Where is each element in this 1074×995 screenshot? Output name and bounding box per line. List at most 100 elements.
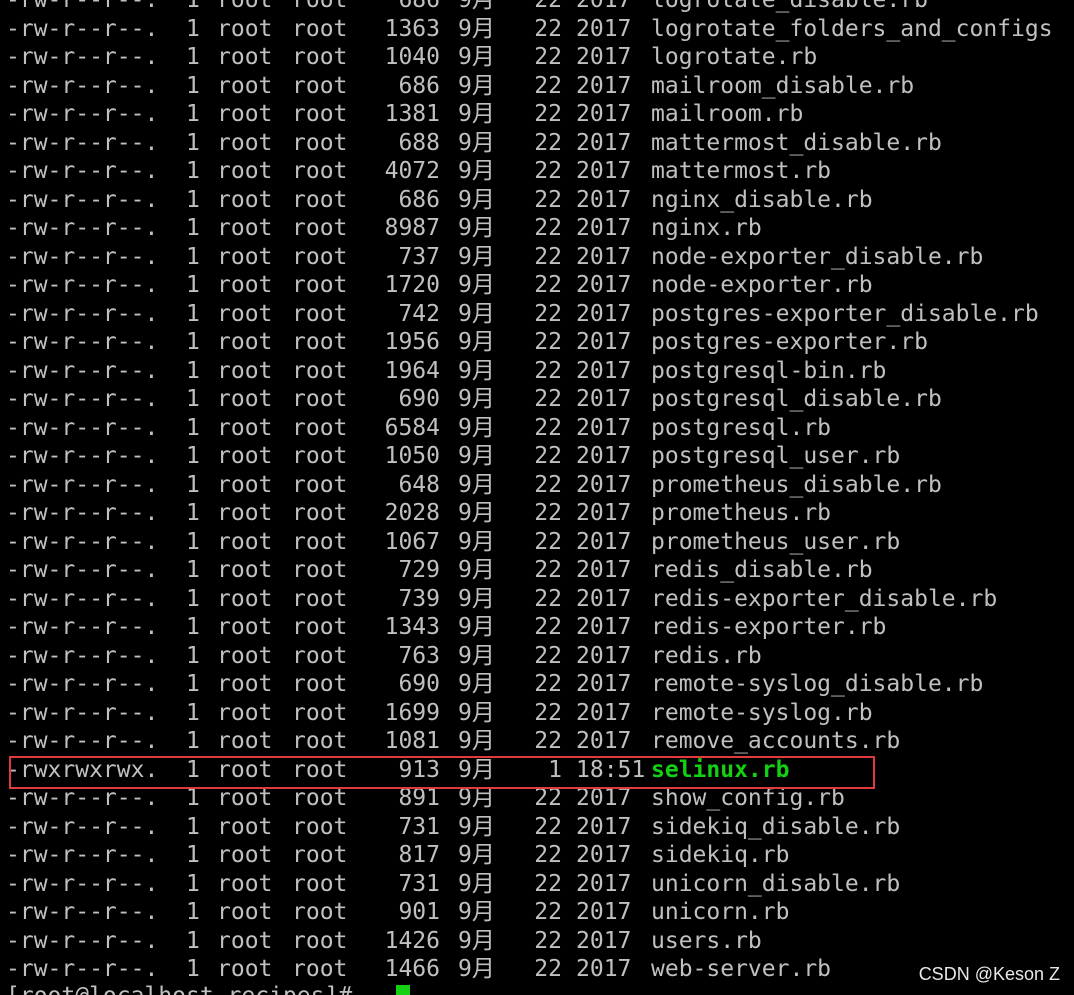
file-links: 1: [186, 72, 200, 99]
file-links: 1: [186, 300, 200, 327]
file-owner: root: [217, 44, 273, 70]
file-owner: root: [217, 899, 273, 925]
file-name: remove_accounts.rb: [651, 728, 901, 754]
file-month: 9月: [458, 927, 495, 954]
file-size: 1466: [384, 956, 440, 982]
file-perm: -rw-r--r--.: [6, 72, 159, 99]
file-day: 22: [534, 329, 562, 355]
file-size: 739: [398, 585, 440, 612]
file-size: 690: [398, 386, 440, 412]
file-owner: root: [217, 0, 273, 13]
file-month: 9月: [458, 72, 495, 99]
file-name: prometheus.rb: [651, 500, 832, 526]
file-links: 1: [186, 443, 200, 469]
file-size: 686: [398, 0, 440, 13]
file-name: redis_disable.rb: [651, 557, 873, 583]
file-size: 731: [398, 870, 440, 897]
file-owner: root: [217, 471, 273, 498]
file-time: 2017: [576, 642, 632, 669]
file-owner: root: [217, 186, 273, 213]
file-links: 1: [186, 585, 200, 612]
file-perm: -rw-r--r--.: [6, 215, 159, 241]
file-owner: root: [217, 642, 273, 669]
file-group: root: [292, 15, 348, 42]
file-month: 9月: [458, 329, 495, 355]
file-owner: root: [217, 842, 273, 868]
file-group: root: [292, 870, 348, 897]
file-group: root: [292, 500, 348, 526]
file-size: 1956: [384, 329, 440, 355]
file-day: 22: [534, 471, 562, 498]
file-day: 22: [534, 614, 562, 640]
file-month: 9月: [458, 186, 495, 213]
file-name: logrotate_folders_and_configs: [651, 15, 1053, 42]
file-links: 1: [186, 614, 200, 640]
file-perm: -rw-r--r--.: [6, 899, 159, 925]
file-group: root: [292, 329, 348, 355]
file-day: 22: [534, 0, 562, 13]
file-group: root: [292, 300, 348, 327]
file-month: 9月: [458, 158, 495, 184]
file-time: 2017: [576, 614, 632, 640]
file-time: 2017: [576, 300, 632, 327]
file-day: 22: [534, 44, 562, 70]
file-month: 9月: [458, 585, 495, 612]
file-group: root: [292, 357, 348, 384]
file-owner: root: [217, 300, 273, 327]
file-name: postgresql-bin.rb: [651, 357, 887, 384]
file-name: remote-syslog.rb: [651, 699, 873, 726]
file-month: 9月: [458, 557, 495, 583]
file-time: 2017: [576, 272, 632, 298]
file-day: 22: [534, 243, 562, 270]
terminal-window[interactable]: -rw-r--r--. 1 root root 686 9月 22 2017 logrotate…: [0, 0, 1074, 995]
file-owner: root: [217, 158, 273, 184]
file-size: 742: [398, 300, 440, 327]
file-group: root: [292, 243, 348, 270]
file-time: 2017: [576, 927, 632, 954]
file-month: 9月: [458, 528, 495, 555]
file-group: root: [292, 101, 348, 127]
file-links: 1: [186, 272, 200, 298]
file-owner: root: [217, 956, 273, 982]
file-time: 2017: [576, 129, 632, 156]
file-perm: -rw-r--r--.: [6, 129, 159, 156]
file-name: redis.rb: [651, 642, 762, 669]
watermark: CSDN @Keson Z: [918, 964, 1060, 984]
file-perm: -rw-r--r--.: [6, 0, 159, 13]
file-links: 1: [186, 44, 200, 70]
file-links: 1: [186, 243, 200, 270]
file-perm: -rw-r--r--.: [6, 642, 159, 669]
file-time: 2017: [576, 842, 632, 868]
file-day: 22: [534, 842, 562, 868]
file-perm: -rw-r--r--.: [6, 500, 159, 526]
file-group: root: [292, 956, 348, 982]
file-size: 4072: [384, 158, 440, 184]
file-day: 22: [534, 300, 562, 327]
file-owner: root: [217, 927, 273, 954]
file-group: root: [292, 671, 348, 697]
file-day: 22: [534, 158, 562, 184]
file-name: postgres-exporter.rb: [651, 329, 928, 355]
file-time: 2017: [576, 899, 632, 925]
file-month: 9月: [458, 215, 495, 241]
file-group: root: [292, 699, 348, 726]
file-time: 2017: [576, 158, 632, 184]
file-owner: root: [217, 585, 273, 612]
file-perm: -rw-r--r--.: [6, 870, 159, 897]
file-month: 9月: [458, 357, 495, 384]
file-perm: -rw-r--r--.: [6, 528, 159, 555]
file-perm: -rw-r--r--.: [6, 357, 159, 384]
file-month: 9月: [458, 44, 495, 70]
file-month: 9月: [458, 300, 495, 327]
file-links: 1: [186, 0, 200, 13]
file-size: 1720: [384, 272, 440, 298]
file-time: 2017: [576, 443, 632, 469]
file-size: 901: [398, 899, 440, 925]
file-owner: root: [217, 15, 273, 42]
shell-prompt[interactable]: [root@localhost recipes]#: [6, 982, 366, 995]
file-day: 22: [534, 956, 562, 982]
file-name: mailroom.rb: [651, 101, 804, 127]
file-group: root: [292, 272, 348, 298]
file-links: 1: [186, 329, 200, 355]
file-links: 1: [186, 956, 200, 982]
